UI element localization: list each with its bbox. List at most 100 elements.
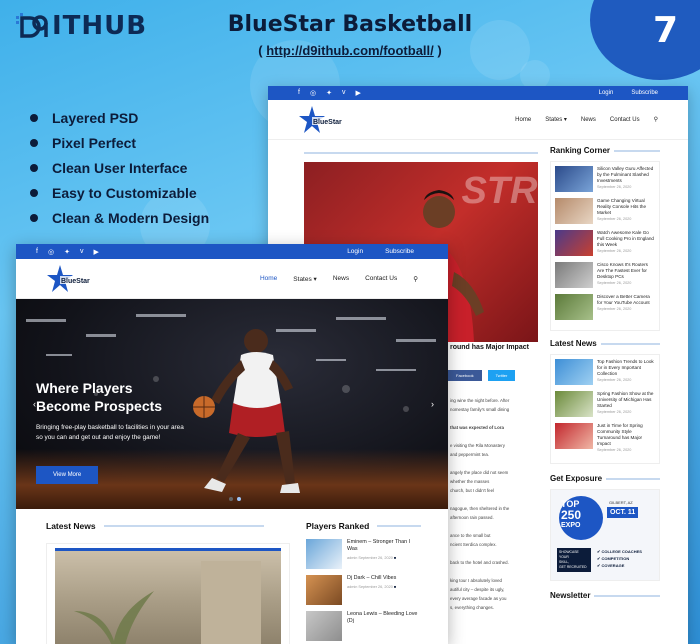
player-ranked-item[interactable]: Eminem – Stronger Than I Was admin Septem… <box>306 539 418 569</box>
post-text: Watch Awesome Kale Go Full Cooking Pro i… <box>597 230 655 256</box>
article-line <box>450 522 540 531</box>
subscribe-link[interactable]: Subscribe <box>385 248 414 255</box>
share-facebook-button[interactable]: Facebook <box>448 370 482 381</box>
nav-home[interactable]: Home <box>260 275 277 282</box>
next-slide-icon[interactable]: › <box>431 399 434 409</box>
nav-news[interactable]: News <box>333 275 349 282</box>
bullet-icon <box>30 113 38 122</box>
facebook-icon[interactable]: f <box>298 89 300 97</box>
youtube-icon[interactable]: ▶ <box>93 248 98 256</box>
youtube-icon[interactable]: ▶ <box>355 89 360 97</box>
player-author: admin <box>347 585 358 589</box>
post-text: Game Changing Virtual Reality Console Hi… <box>597 198 655 224</box>
nav-news[interactable]: News <box>581 117 596 123</box>
comment-icon: ■ <box>392 585 397 589</box>
post-thumbnail <box>555 198 593 224</box>
article-line: ance to the small but <box>450 533 491 538</box>
players-ranked-title: Players Ranked <box>306 521 370 531</box>
feature-item: Pixel Perfect <box>30 130 209 155</box>
sidebar-post[interactable]: Watch Awesome Kale Go Full Cooking Pro i… <box>555 230 655 256</box>
ad-side3: GET RECRUITED <box>559 565 587 569</box>
twitter-icon[interactable]: ✦ <box>64 248 70 256</box>
nav-home[interactable]: Home <box>515 117 531 123</box>
promo-url-link[interactable]: http://d9ithub.com/football/ <box>266 43 434 58</box>
player-title: Eminem – Stronger Than I Was <box>347 539 411 552</box>
latest-news-title: Latest News <box>46 521 96 531</box>
get-exposure-heading: Get Exposure <box>550 474 660 483</box>
expo-ad-banner[interactable]: TOP 250 EXPO GILBERT, AZ OCT. 11 SHOWCAS… <box>550 489 660 581</box>
nav-states[interactable]: States ▾ <box>545 116 567 123</box>
subscribe-link[interactable]: Subscribe <box>631 90 658 96</box>
view-more-button[interactable]: View More <box>36 466 99 484</box>
bluestar-logo-icon[interactable]: BlueStar <box>46 264 102 294</box>
sidebar-post[interactable]: Just in Time for Spring Community Style … <box>555 423 655 453</box>
post-text: Discover a Better Camera for Your YouTub… <box>597 294 655 320</box>
article-line <box>450 549 540 558</box>
post-title: Game Changing Virtual Reality Console Hi… <box>597 198 647 215</box>
ad-line3: ✔ COVERAGE <box>597 563 625 568</box>
sidebar-post[interactable]: Discover a Better Camera for Your YouTub… <box>555 294 655 320</box>
nav-contact[interactable]: Contact Us <box>365 275 397 282</box>
latest-news-card[interactable] <box>46 543 290 644</box>
slide-dot[interactable] <box>229 497 233 501</box>
nav-contact[interactable]: Contact Us <box>610 117 640 123</box>
bluestar-logo-icon[interactable]: BlueStar <box>298 105 354 135</box>
sidebar-post[interactable]: Game Changing Virtual Reality Console Hi… <box>555 198 655 224</box>
player-ranked-item[interactable]: Leona Lewis – Bleeding Love (Dj <box>306 611 418 641</box>
vimeo-icon[interactable]: v <box>342 89 346 97</box>
article-line: nagogue, then sheltered in the <box>450 506 510 511</box>
newsletter-title: Newsletter <box>550 591 591 600</box>
divider <box>606 477 660 480</box>
post-thumbnail <box>555 423 593 449</box>
post-title: Spring Fashion Show at the University of… <box>597 391 654 408</box>
slider-dots <box>229 497 241 501</box>
instagram-icon[interactable]: ◎ <box>48 248 54 256</box>
post-date: September 26, 2020 <box>597 185 632 189</box>
social-icons: f ◎ ✦ v ▶ <box>298 89 361 97</box>
sidebar-post[interactable]: Spring Fashion Show at the University of… <box>555 391 655 417</box>
article-line: autiful city – despite its ugly, <box>450 587 505 592</box>
ad-expo: EXPO <box>561 522 581 529</box>
feature-label: Clean & Modern Design <box>52 209 210 226</box>
twitter-icon[interactable]: ✦ <box>326 89 332 97</box>
post-thumbnail <box>555 262 593 288</box>
article-title: round has Major Impact <box>450 344 529 351</box>
feature-label: Clean User Interface <box>52 159 188 176</box>
instagram-icon[interactable]: ◎ <box>310 89 316 97</box>
social-icons: f ◎ ✦ v ▶ <box>36 248 99 256</box>
nav-states[interactable]: States ▾ <box>293 275 317 283</box>
prev-slide-icon[interactable]: ‹ <box>33 399 36 409</box>
top-bar: f ◎ ✦ v ▶ Login Subscribe <box>268 86 688 100</box>
search-icon[interactable]: ⚲ <box>413 275 418 283</box>
post-date: September 26, 2020 <box>597 378 632 382</box>
sidebar-post[interactable]: Top Fashion Trends to Look for in Every … <box>555 359 655 385</box>
login-link[interactable]: Login <box>599 90 614 96</box>
facebook-icon[interactable]: f <box>36 248 38 256</box>
post-date: September 26, 2020 <box>597 410 632 414</box>
player-ranked-item[interactable]: Dj Dark – Chill Vibes admin September 26,… <box>306 575 418 605</box>
player-text: Leona Lewis – Bleeding Love (Dj <box>347 611 418 641</box>
nav-bar: BlueStar Home States ▾ News Contact Us ⚲ <box>16 259 448 299</box>
ad-lines: ✔ COLLEGE COACHES ✔ COMPETITION ✔ COVERA… <box>597 548 642 569</box>
article-line: church, but I didn't feel <box>450 488 495 493</box>
slide-dot-active[interactable] <box>237 497 241 501</box>
login-link[interactable]: Login <box>347 248 363 255</box>
url-close: ) <box>433 43 442 58</box>
ad-line2: ✔ COMPETITION <box>597 556 630 561</box>
feature-list: Layered PSD Pixel Perfect Clean User Int… <box>30 105 209 230</box>
search-icon[interactable]: ⚲ <box>654 116 658 123</box>
post-date: September 26, 2020 <box>597 307 632 311</box>
sidebar-post[interactable]: Silicon Valley Guru Affected by the Fulm… <box>555 166 655 192</box>
article-line: every average facade as you <box>450 596 507 601</box>
players-ranked-heading: Players Ranked <box>306 521 422 531</box>
comment-icon: ■ <box>392 556 397 560</box>
player-meta: admin September 26, 2020 ■ <box>347 555 418 562</box>
feature-item: Easy to Customizable <box>30 180 209 205</box>
sidebar-post[interactable]: Cisco Knows It's Routers Are The Fastest… <box>555 262 655 288</box>
share-twitter-button[interactable]: Twitter <box>487 370 516 381</box>
bullet-icon <box>30 213 38 222</box>
article-line <box>450 432 540 441</box>
vimeo-icon[interactable]: v <box>80 248 84 256</box>
article-line: s, everything changes. <box>450 605 494 610</box>
latest-news-heading: Latest News <box>46 521 264 531</box>
